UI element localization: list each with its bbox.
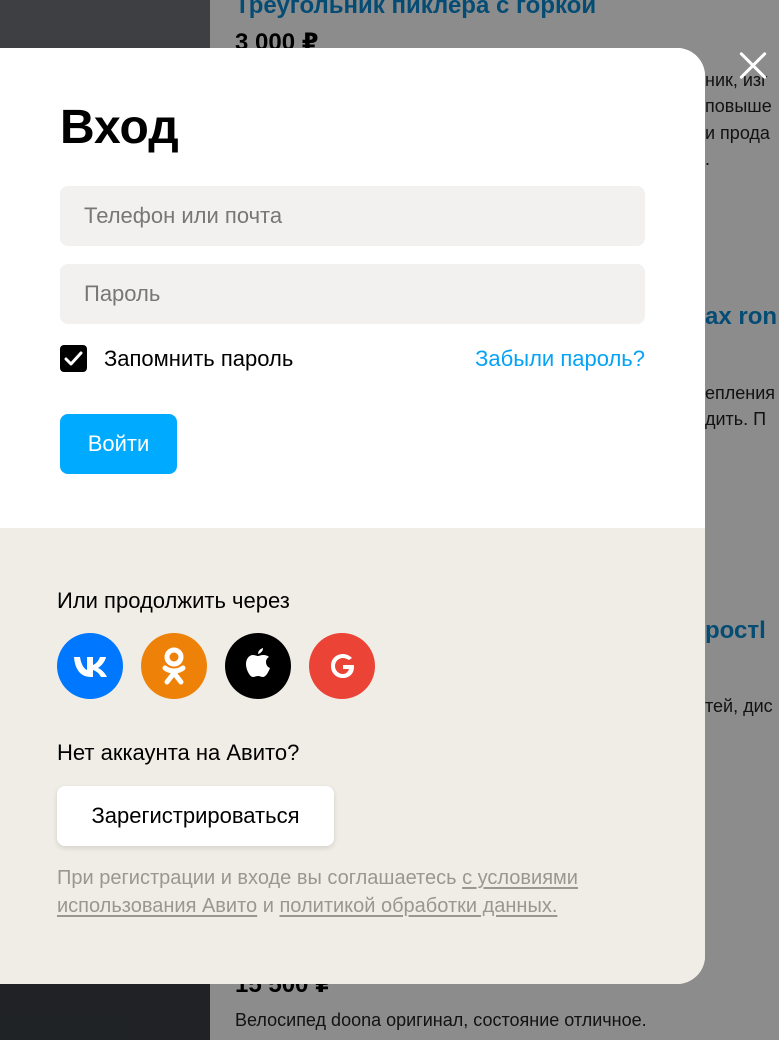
- odnoklassniki-icon: [141, 633, 207, 699]
- privacy-policy-link[interactable]: политикой обработки данных.: [279, 895, 557, 917]
- vk-icon: [57, 633, 123, 699]
- apple-login-button[interactable]: [225, 633, 291, 699]
- terms-prefix: При регистрации и входе вы соглашаетесь: [57, 867, 463, 889]
- google-login-button[interactable]: [309, 633, 375, 699]
- vk-login-button[interactable]: [57, 633, 123, 699]
- apple-icon: [225, 633, 291, 699]
- register-button[interactable]: Зарегистрироваться: [57, 786, 334, 846]
- close-icon[interactable]: [733, 46, 773, 86]
- no-account-label: Нет аккаунта на Авито?: [57, 740, 300, 765]
- or-continue-label: Или продолжить через: [57, 588, 290, 613]
- modal-bottom-content: Или продолжить через Нет аккаунта на Ави…: [0, 48, 705, 984]
- terms-notice: При регистрации и входе вы соглашаетесь …: [57, 864, 637, 920]
- google-icon: [309, 633, 375, 699]
- terms-middle: и: [257, 895, 280, 917]
- odnoklassniki-login-button[interactable]: [141, 633, 207, 699]
